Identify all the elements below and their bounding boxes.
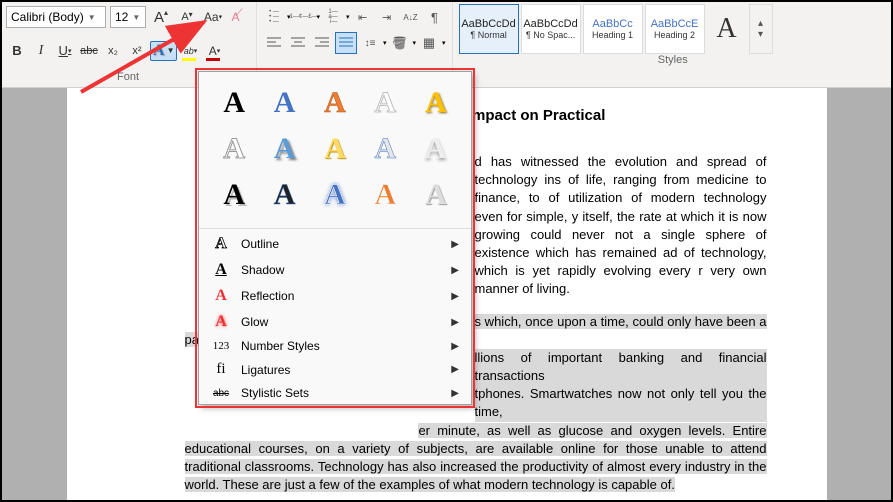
- shading-button[interactable]: [389, 32, 411, 54]
- grow-font-button[interactable]: A▴: [150, 6, 172, 28]
- outline-icon: A: [211, 235, 231, 253]
- menu-stylistic-sets[interactable]: abcStylistic Sets ▶: [199, 382, 471, 404]
- styles-more-button[interactable]: ▴▾: [749, 4, 773, 54]
- chevron-right-icon: ▶: [451, 364, 459, 375]
- sort-button[interactable]: [400, 6, 422, 28]
- style-name: ¶ No Spac...: [526, 30, 575, 40]
- align-right-button[interactable]: [311, 32, 333, 54]
- subscript-button[interactable]: x₂: [102, 40, 124, 62]
- text-effects-dropdown: A A A A A A A A A A A A A A A AOutline ▶…: [198, 71, 472, 405]
- menu-number-styles[interactable]: 123Number Styles ▶: [199, 335, 471, 357]
- font-name-value: Calibri (Body): [11, 10, 84, 24]
- align-left-button[interactable]: [263, 32, 285, 54]
- font-color-button[interactable]: A▾: [203, 40, 225, 62]
- line-spacing-button[interactable]: [359, 32, 381, 54]
- style-sample: AaBbCcE: [651, 18, 699, 30]
- preset-9[interactable]: A: [362, 128, 408, 170]
- highlight-button[interactable]: ab▾: [179, 40, 201, 62]
- preset-8[interactable]: A: [312, 128, 358, 170]
- styles-group-label: Styles: [459, 54, 887, 66]
- style-no-spacing[interactable]: AaBbCcDd ¶ No Spac...: [521, 4, 581, 54]
- menu-shadow[interactable]: AShadow ▶: [199, 257, 471, 283]
- menu-outline[interactable]: AOutline ▶: [199, 231, 471, 257]
- numbering-button[interactable]: [293, 6, 315, 28]
- text-effects-button[interactable]: A ▼: [150, 41, 177, 61]
- style-more-large[interactable]: A: [707, 4, 747, 54]
- style-heading-2[interactable]: AaBbCcE Heading 2: [645, 4, 705, 54]
- style-name: ¶ Normal: [470, 30, 506, 40]
- preset-13[interactable]: A: [312, 174, 358, 216]
- align-center-button[interactable]: [287, 32, 309, 54]
- chevron-down-icon: ▼: [132, 13, 140, 22]
- doc-paragraph-1: d has witnessed the evolution and spread…: [475, 153, 767, 299]
- decrease-indent-button[interactable]: [352, 6, 374, 28]
- shrink-font-button[interactable]: A▾: [176, 6, 198, 28]
- italic-button[interactable]: I: [30, 40, 52, 62]
- superscript-button[interactable]: x²: [126, 40, 148, 62]
- style-sample: AaBbCcDd: [461, 18, 515, 30]
- text-effects-icon: A: [153, 42, 165, 60]
- stylistic-sets-icon: abc: [211, 388, 231, 399]
- menu-ligatures[interactable]: fiLigatures ▶: [199, 357, 471, 382]
- preset-10[interactable]: A: [413, 128, 459, 170]
- selected-text: educational courses, on a variety of sub…: [185, 441, 767, 492]
- preset-7[interactable]: A: [261, 128, 307, 170]
- preset-1[interactable]: A: [211, 82, 257, 124]
- selected-text: llions of important banking and financia…: [475, 349, 767, 385]
- style-name: Heading 2: [654, 30, 695, 40]
- strikethrough-button[interactable]: abc: [78, 40, 100, 62]
- preset-6[interactable]: A: [211, 128, 257, 170]
- chevron-down-icon: ▼: [167, 46, 175, 55]
- preset-11[interactable]: A: [211, 174, 257, 216]
- style-heading-1[interactable]: AaBbCc Heading 1: [583, 4, 643, 54]
- preset-4[interactable]: A: [362, 82, 408, 124]
- ligatures-icon: fi: [211, 361, 231, 378]
- chevron-right-icon: ▶: [451, 265, 459, 276]
- chevron-right-icon: ▶: [451, 388, 459, 399]
- borders-button[interactable]: [418, 32, 440, 54]
- show-marks-button[interactable]: [424, 6, 446, 28]
- font-name-select[interactable]: Calibri (Body) ▼: [6, 6, 106, 28]
- preset-12[interactable]: A: [261, 174, 307, 216]
- shadow-icon: A: [211, 261, 231, 279]
- change-case-button[interactable]: Aa▾: [202, 6, 224, 28]
- font-size-value: 12: [115, 10, 128, 24]
- chevron-right-icon: ▶: [451, 239, 459, 250]
- styles-group: AaBbCcDd ¶ Normal AaBbCcDd ¶ No Spac... …: [453, 0, 893, 87]
- preset-2[interactable]: A: [261, 82, 307, 124]
- style-sample: AaBbCc: [592, 18, 632, 30]
- preset-grid: A A A A A A A A A A A A A A A: [199, 72, 471, 226]
- preset-5[interactable]: A: [413, 82, 459, 124]
- chevron-down-icon: ▼: [88, 13, 96, 22]
- increase-indent-button[interactable]: [376, 6, 398, 28]
- preset-14[interactable]: A: [362, 174, 408, 216]
- bold-button[interactable]: B: [6, 40, 28, 62]
- font-size-select[interactable]: 12 ▼: [110, 6, 146, 28]
- multilevel-button[interactable]: [322, 6, 344, 28]
- reflection-icon: A: [211, 287, 231, 305]
- bullets-button[interactable]: [263, 6, 285, 28]
- selected-text: er minute, as well as glucose and oxygen…: [418, 423, 766, 438]
- preset-3[interactable]: A: [312, 82, 358, 124]
- clear-formatting-button[interactable]: A⟋: [228, 6, 250, 28]
- menu-reflection[interactable]: AReflection ▶: [199, 283, 471, 309]
- menu-glow[interactable]: AGlow ▶: [199, 309, 471, 335]
- selected-text: tphones. Smartwatches now not only tell …: [475, 385, 767, 421]
- glow-icon: A: [211, 313, 231, 331]
- chevron-right-icon: ▶: [451, 317, 459, 328]
- chevron-right-icon: ▶: [451, 341, 459, 352]
- preset-15[interactable]: A: [413, 174, 459, 216]
- underline-button[interactable]: U▾: [54, 40, 76, 62]
- justify-button[interactable]: [335, 32, 357, 54]
- style-normal[interactable]: AaBbCcDd ¶ Normal: [459, 4, 519, 54]
- number-styles-icon: 123: [211, 340, 231, 352]
- chevron-right-icon: ▶: [451, 291, 459, 302]
- style-sample: AaBbCcDd: [523, 18, 577, 30]
- style-name: Heading 1: [592, 30, 633, 40]
